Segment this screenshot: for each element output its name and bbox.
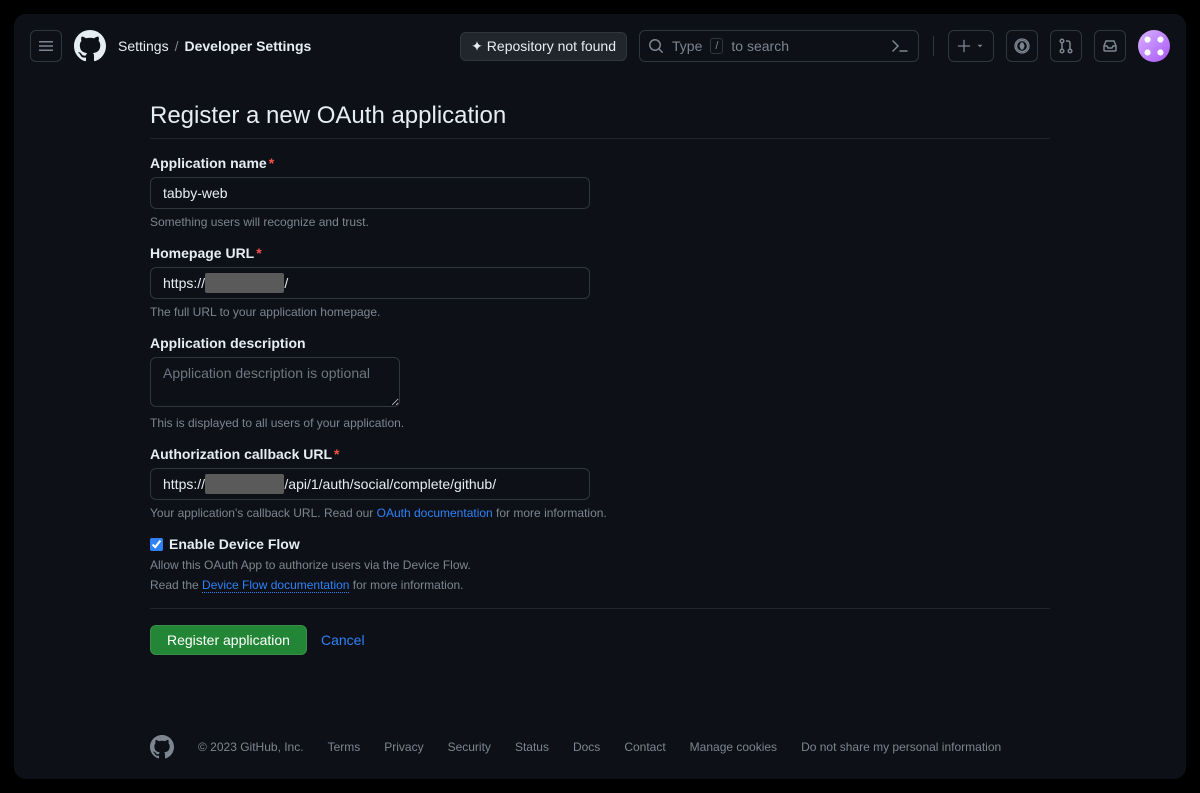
divider xyxy=(933,36,934,56)
device-flow-label: Enable Device Flow xyxy=(169,536,300,552)
device-flow-hint2: Read the Device Flow documentation for m… xyxy=(150,578,1050,592)
menu-button[interactable] xyxy=(30,30,62,62)
create-new-button[interactable] xyxy=(948,30,994,62)
app-name-input[interactable] xyxy=(150,177,590,209)
search-input[interactable]: Type / to search xyxy=(639,30,919,62)
description-textarea[interactable] xyxy=(150,357,400,407)
caret-down-icon xyxy=(975,41,985,51)
repo-not-found-label: Repository not found xyxy=(487,38,616,54)
footer-link-status[interactable]: Status xyxy=(515,740,549,754)
search-icon xyxy=(648,38,664,54)
device-flow-docs-link[interactable]: Device Flow documentation xyxy=(202,578,349,593)
breadcrumb: Settings / Developer Settings xyxy=(118,38,311,54)
register-application-button[interactable]: Register application xyxy=(150,625,307,655)
issues-button[interactable] xyxy=(1006,30,1038,62)
sparkle-icon: ✦ xyxy=(471,38,483,55)
footer-link-docs[interactable]: Docs xyxy=(573,740,600,754)
inbox-icon xyxy=(1102,38,1118,54)
command-palette-icon xyxy=(890,38,910,54)
homepage-url-prefix: https:// xyxy=(163,273,205,293)
pull-request-icon xyxy=(1058,38,1074,54)
github-mark-icon xyxy=(74,30,106,62)
homepage-url-suffix: / xyxy=(284,273,288,293)
github-logo[interactable] xyxy=(74,30,106,62)
breadcrumb-settings[interactable]: Settings xyxy=(118,38,169,54)
footer-link-terms[interactable]: Terms xyxy=(328,740,361,754)
callback-url-redacted: ████████ xyxy=(205,474,284,494)
search-placeholder-prefix: Type xyxy=(672,38,702,54)
homepage-url-redacted: ████████ xyxy=(205,273,284,293)
description-label: Application description xyxy=(150,335,1050,351)
breadcrumb-separator: / xyxy=(175,38,179,54)
device-flow-checkbox[interactable] xyxy=(150,538,163,551)
hamburger-icon xyxy=(38,38,54,54)
repo-not-found-badge[interactable]: ✦ Repository not found xyxy=(460,32,627,61)
description-hint: This is displayed to all users of your a… xyxy=(150,416,1050,430)
github-mark-icon xyxy=(150,735,174,759)
footer-link-security[interactable]: Security xyxy=(448,740,491,754)
breadcrumb-developer-settings[interactable]: Developer Settings xyxy=(184,38,311,54)
issue-icon xyxy=(1014,38,1030,54)
callback-url-prefix: https:// xyxy=(163,474,205,494)
page-title: Register a new OAuth application xyxy=(150,102,1050,139)
footer-link-contact[interactable]: Contact xyxy=(624,740,665,754)
homepage-url-input[interactable]: https://████████/ xyxy=(150,267,590,299)
footer-copyright: © 2023 GitHub, Inc. xyxy=(198,740,304,754)
oauth-docs-link[interactable]: OAuth documentation xyxy=(377,506,493,520)
footer: © 2023 GitHub, Inc. Terms Privacy Securi… xyxy=(150,695,1050,779)
avatar[interactable] xyxy=(1138,30,1170,62)
notifications-button[interactable] xyxy=(1094,30,1126,62)
footer-link-dns[interactable]: Do not share my personal information xyxy=(801,740,1001,754)
plus-icon xyxy=(957,39,971,53)
callback-url-input[interactable]: https://████████/api/1/auth/social/compl… xyxy=(150,468,590,500)
callback-url-hint: Your application's callback URL. Read ou… xyxy=(150,506,1050,520)
device-flow-hint1: Allow this OAuth App to authorize users … xyxy=(150,558,1050,572)
app-name-label: Application name* xyxy=(150,155,1050,171)
pull-requests-button[interactable] xyxy=(1050,30,1082,62)
app-name-hint: Something users will recognize and trust… xyxy=(150,215,1050,229)
search-placeholder-suffix: to search xyxy=(731,38,789,54)
homepage-url-hint: The full URL to your application homepag… xyxy=(150,305,1050,319)
cancel-link[interactable]: Cancel xyxy=(321,632,365,648)
footer-link-cookies[interactable]: Manage cookies xyxy=(690,740,777,754)
callback-url-suffix: /api/1/auth/social/complete/github/ xyxy=(284,474,496,494)
homepage-url-label: Homepage URL* xyxy=(150,245,1050,261)
footer-link-privacy[interactable]: Privacy xyxy=(384,740,423,754)
divider xyxy=(150,608,1050,609)
callback-url-label: Authorization callback URL* xyxy=(150,446,1050,462)
search-kbd: / xyxy=(710,38,723,54)
